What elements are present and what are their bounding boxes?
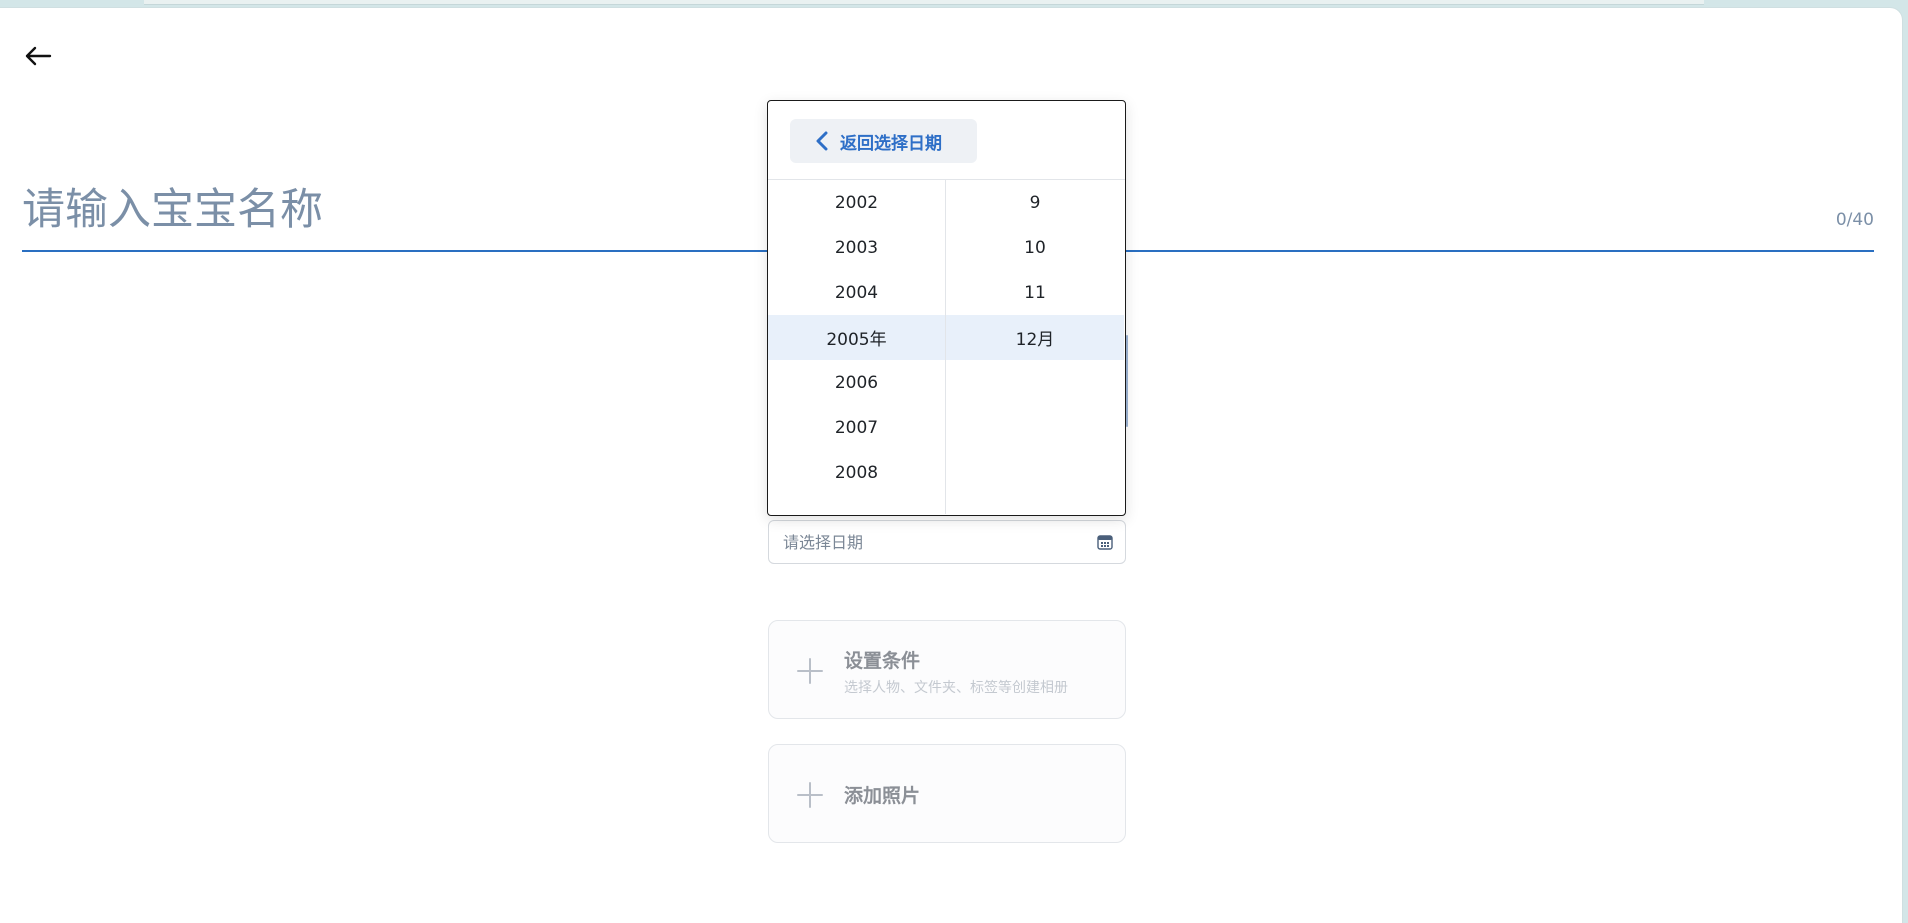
window-top-strip (144, 0, 1704, 5)
plus-icon (797, 782, 823, 808)
date-field (768, 520, 1126, 564)
back-to-date-button[interactable]: 返回选择日期 (790, 119, 977, 163)
plus-icon (797, 658, 823, 684)
year-month-picker: 返回选择日期 2002 2003 2004 2005年 2006 2007 20… (767, 100, 1126, 516)
back-to-date-label: 返回选择日期 (840, 133, 942, 154)
year-option-selected[interactable]: 2005年 (768, 315, 945, 360)
year-option[interactable]: 2007 (768, 405, 945, 450)
month-option[interactable]: 11 (946, 270, 1124, 315)
add-photos-card[interactable]: 添加照片 (768, 744, 1126, 843)
year-option[interactable]: 2006 (768, 360, 945, 405)
chevron-left-icon (816, 131, 828, 151)
add-photos-title: 添加照片 (844, 785, 921, 807)
month-option[interactable]: 9 (946, 180, 1124, 225)
calendar-icon[interactable] (1097, 534, 1113, 550)
set-conditions-card[interactable]: 设置条件 选择人物、文件夹、标签等创建相册 (768, 620, 1126, 719)
year-column[interactable]: 2002 2003 2004 2005年 2006 2007 2008 (768, 180, 946, 514)
month-option-selected[interactable]: 12月 (946, 315, 1124, 360)
year-option[interactable]: 2004 (768, 270, 945, 315)
back-button[interactable] (20, 42, 56, 70)
arrow-left-icon (25, 46, 52, 66)
set-conditions-subtitle: 选择人物、文件夹、标签等创建相册 (844, 680, 1068, 696)
year-option[interactable]: 2008 (768, 450, 945, 495)
scroll-indicator (1126, 335, 1128, 427)
app-window: 0/40 设置条件 选择人物、文件夹、标签等创建相册 添加照片 (0, 8, 1902, 923)
year-option[interactable]: 2002 (768, 180, 945, 225)
date-input[interactable] (783, 521, 1083, 563)
month-option[interactable]: 10 (946, 225, 1124, 270)
year-option[interactable]: 2003 (768, 225, 945, 270)
set-conditions-title: 设置条件 (844, 650, 921, 672)
char-counter: 0/40 (1835, 210, 1874, 230)
month-column[interactable]: 9 10 11 12月 (946, 180, 1124, 514)
picker-header: 返回选择日期 (768, 101, 1125, 180)
